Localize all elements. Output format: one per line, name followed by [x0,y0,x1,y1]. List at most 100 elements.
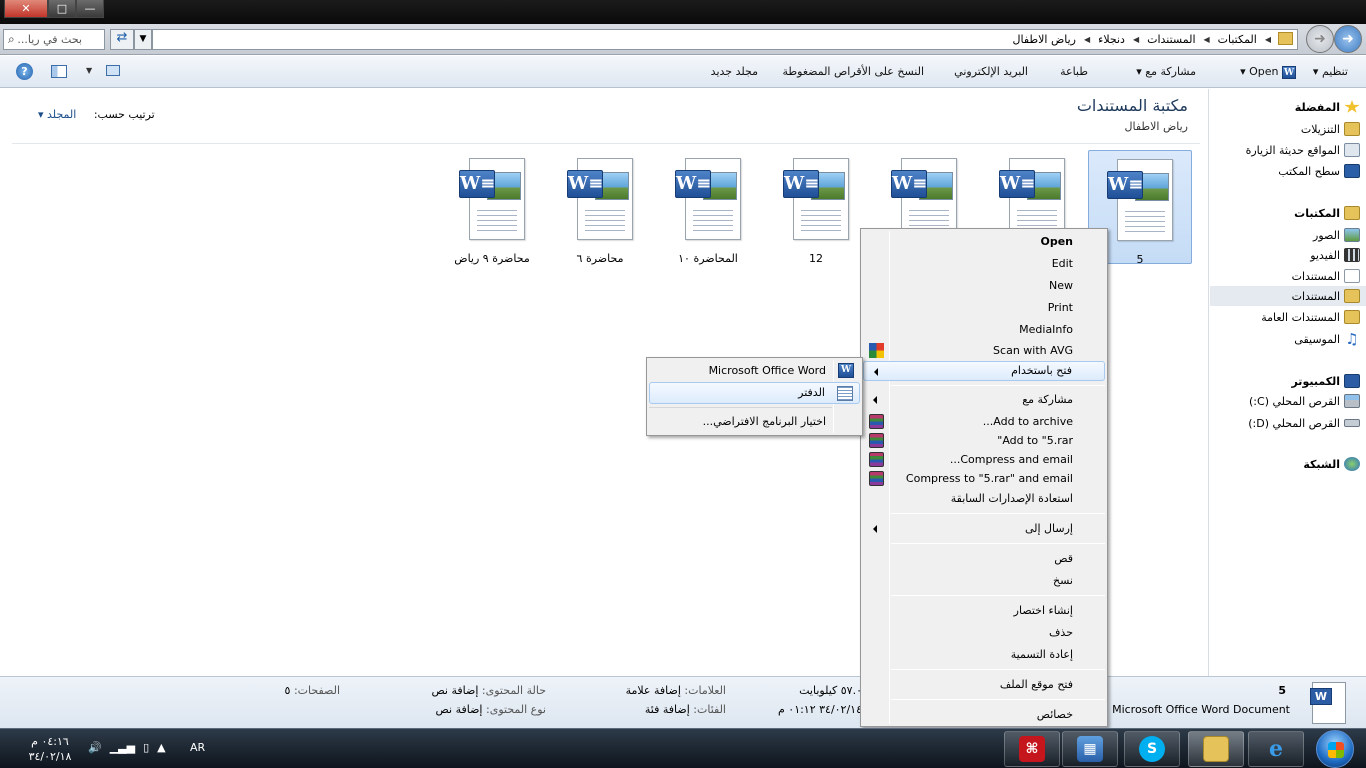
sidebar-item-desktop[interactable]: سطح المكتب [1278,161,1360,181]
menu-item-open-with[interactable]: فتح باستخدام [863,361,1105,381]
menu-separator [891,385,1105,386]
submenu-item-choose-default[interactable]: اختيار البرنامج الافتراضي... [649,411,860,433]
breadcrumb-libraries[interactable]: المكتبات [1218,33,1257,46]
minimize-button[interactable]: — [76,0,104,18]
menu-separator [649,407,832,408]
sidebar-item-my-documents[interactable]: المستندات [1210,286,1366,306]
new-folder-button[interactable]: مجلد جديد [711,65,758,78]
menu-item-compress-rar-email[interactable]: Compress to "5.rar" and email [863,469,1105,489]
arrange-by-label: ترتيب حسب: [93,108,155,121]
sidebar-item-music[interactable]: ♫ الموسيقى [1294,329,1360,349]
sidebar-item-drive-c[interactable]: القرص المحلي (C:) [1249,391,1360,411]
organize-button[interactable]: تنظيم ▾ [1313,65,1348,78]
winrar-icon [869,414,884,429]
taskbar-skype[interactable]: S [1124,731,1180,767]
menu-item-label: Add to "5.rar" [997,434,1073,447]
sidebar-item-drive-d[interactable]: القرص المحلي (D:) [1248,413,1360,433]
forward-button[interactable]: ➜ [1334,25,1362,53]
taskbar-explorer[interactable] [1188,731,1244,767]
breadcrumb-documents[interactable]: المستندات [1147,33,1195,46]
clock[interactable]: ٠٤:١٦ م ٣٤/٠٢/١٨ [24,734,76,764]
volume-icon[interactable]: 🔊 [88,741,102,754]
search-input[interactable]: ⌕ بحث في ريا... [3,29,105,50]
menu-item-add-archive[interactable]: Add to archive... [863,412,1105,432]
preview-pane-icon[interactable] [51,65,67,78]
language-indicator[interactable]: AR [190,741,205,754]
file-item[interactable]: W≡ محاضرة ٦ [548,150,652,265]
menu-item-compress-email[interactable]: Compress and email... [863,450,1105,470]
close-button[interactable]: ✕ [4,0,48,18]
menu-item-restore-versions[interactable]: استعادة الإصدارات السابقة [863,489,1105,509]
forward-arrow-icon: ➜ [1342,31,1354,47]
menu-item-label: Add to archive... [982,415,1073,428]
content-status-label: حالة المحتوى: [481,684,546,697]
categories-value[interactable]: إضافة فئة [645,703,690,716]
sidebar-label: المستندات [1291,269,1340,283]
sidebar-item-documents[interactable]: المستندات [1292,266,1360,286]
menu-item-send-to[interactable]: إرسال إلى [863,519,1105,539]
network-signal-icon[interactable]: ▁▃▅ [110,741,135,754]
menu-item-share-with[interactable]: مشاركة مع [863,390,1105,410]
view-dropdown-icon[interactable]: ▼ [86,66,92,75]
menu-item-edit[interactable]: Edit [863,254,1105,274]
taskbar-internet-explorer[interactable]: e [1248,731,1304,767]
menu-item-copy[interactable]: نسخ [863,571,1105,591]
menu-item-open-file-location[interactable]: فتح موقع الملف [863,675,1105,695]
print-button[interactable]: طباعة [1060,65,1088,78]
share-with-button[interactable]: مشاركة مع ▾ [1136,65,1196,78]
address-bar[interactable]: ◀ المكتبات ◀ المستندات ◀ دنجلاء ◀ رياض ا… [152,29,1298,50]
help-icon[interactable]: ? [16,63,33,80]
sidebar-item-downloads[interactable]: التنزيلات [1301,119,1360,139]
breadcrumb-user-folder[interactable]: دنجلاء [1098,33,1125,46]
address-history-dropdown[interactable]: ▼ [134,29,152,50]
show-hidden-icons-icon[interactable]: ▲ [157,741,165,754]
content-status-value[interactable]: إضافة نص [431,684,478,697]
burn-button[interactable]: النسخ على الأقراص المضغوطة [783,65,924,78]
menu-item-label: Scan with AVG [993,344,1073,357]
menu-item-cut[interactable]: قص [863,549,1105,569]
menu-item-new[interactable]: New [863,276,1105,296]
sidebar-computer[interactable]: الكمبيوتر [1291,371,1360,391]
email-button[interactable]: البريد الإلكتروني [954,65,1028,78]
refresh-button[interactable]: ⇄ [110,29,134,50]
sidebar-favorites[interactable]: المفضلة [1295,97,1360,117]
menu-item-rename[interactable]: إعادة التسمية [863,645,1105,665]
menu-item-properties[interactable]: خصائص [863,705,1105,725]
file-item[interactable]: W≡ محاضرة ٩ رياض [440,150,544,265]
taskbar-control-panel[interactable]: ▦ [1062,731,1118,767]
menu-item-label: Compress and email... [949,453,1073,466]
menu-item-add-rar[interactable]: Add to "5.rar" [863,431,1105,451]
sidebar-label: المستندات العامة [1261,310,1340,324]
submenu-item-wordpad[interactable]: الدفتر [649,382,860,404]
start-button[interactable] [1316,730,1354,768]
arrange-by-dropdown[interactable]: المجلد ▾ [38,108,76,121]
sidebar-item-recent-places[interactable]: المواقع حديثة الزيارة [1246,140,1360,160]
taskbar-acrobat[interactable]: ⌘ [1004,731,1060,767]
menu-item-print[interactable]: Print [863,298,1105,318]
submenu-item-word[interactable]: W Microsoft Office Word [649,360,860,382]
wordpad-icon [837,386,853,401]
battery-icon[interactable]: ▯ [143,741,149,754]
menu-item-scan-avg[interactable]: Scan with AVG [863,341,1105,361]
sidebar-network[interactable]: الشبكة [1303,454,1360,474]
file-item[interactable]: W≡ المحاضرة ١٠ [656,150,760,265]
breadcrumb-current[interactable]: رياض الاطفال [1012,33,1076,46]
maximize-button[interactable]: □ [48,0,76,18]
content-divider [12,143,1200,144]
tags-value[interactable]: إضافة علامة [626,684,681,697]
sidebar-item-videos[interactable]: الفيديو [1310,245,1360,265]
menu-item-open[interactable]: Open [863,232,1105,252]
file-item[interactable]: W≡ 12 [764,150,868,265]
skype-icon: S [1139,736,1165,762]
menu-item-create-shortcut[interactable]: إنشاء اختصار [863,601,1105,621]
open-button[interactable]: W Open ▾ [1240,65,1296,79]
menu-item-delete[interactable]: حذف [863,623,1105,643]
sidebar-item-pictures[interactable]: الصور [1313,225,1360,245]
back-button[interactable]: ➜ [1306,25,1334,53]
share-label: مشاركة مع [1145,65,1196,78]
change-view-icon[interactable] [106,65,120,76]
sidebar-item-public-documents[interactable]: المستندات العامة [1261,307,1360,327]
content-type-value[interactable]: إضافة نص [436,703,483,716]
menu-item-mediainfo[interactable]: MediaInfo [863,320,1105,340]
sidebar-libraries[interactable]: المكتبات [1294,203,1360,223]
